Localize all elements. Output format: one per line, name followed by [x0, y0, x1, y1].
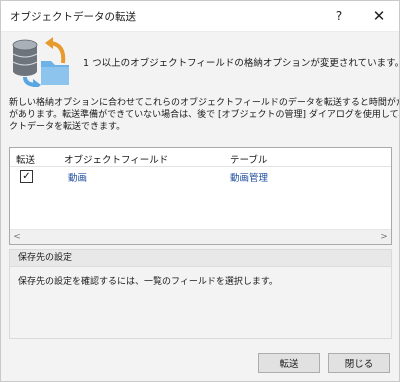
header-message: 1 つ以上のオブジェクトフィールドの格納オプションが変更されています。 [83, 58, 400, 69]
table-row[interactable]: ✓ 動画 動画管理 [10, 168, 391, 184]
object-field-list[interactable]: 転送 オブジェクトフィールド テーブル ✓ 動画 動画管理 < > [9, 147, 392, 245]
transfer-object-data-dialog: オブジェクトデータの転送 ? ✕ 1 つ以上のオブジェクトフィールドの格納オプシ… [0, 0, 400, 382]
horizontal-scrollbar[interactable]: < > [10, 229, 391, 244]
description-line: 新しい格納オプションに合わせてこれらのオブジェクトフィールドのデータを転送すると… [9, 98, 400, 108]
scroll-track[interactable] [24, 234, 377, 240]
database-folder-transfer-icon [12, 37, 69, 87]
storage-settings-message: 保存先の設定を確認するには、一覧のフィールドを選択します。 [18, 277, 278, 287]
description-text: 新しい格納オプションに合わせてこれらのオブジェクトフィールドのデータを転送すると… [9, 97, 400, 133]
close-button[interactable]: 閉じる [328, 353, 390, 373]
database-icon [12, 39, 38, 76]
storage-settings-title: 保存先の設定 [10, 250, 391, 267]
transfer-checkbox[interactable]: ✓ [20, 170, 33, 183]
scroll-left-arrow-icon[interactable]: < [10, 230, 24, 244]
header-divider [10, 166, 391, 167]
column-header-transfer[interactable]: 転送 [16, 152, 35, 166]
table-cell[interactable]: 動画管理 [230, 170, 268, 184]
description-line: クトデータを転送できます。 [9, 122, 126, 132]
object-field-cell[interactable]: 動画 [68, 170, 87, 184]
window-title: オブジェクトデータの転送 [10, 11, 136, 23]
description-line: があります。転送準備ができていない場合は、後で [オブジェクトの管理] ダイアロ… [9, 110, 400, 120]
folder-icon [41, 61, 69, 85]
scroll-right-arrow-icon[interactable]: > [377, 230, 391, 244]
storage-settings-panel: 保存先の設定 保存先の設定を確認するには、一覧のフィールドを選択します。 [9, 249, 392, 339]
close-window-button[interactable]: ✕ [359, 1, 399, 31]
help-button[interactable]: ? [319, 1, 359, 31]
transfer-button[interactable]: 転送 [258, 353, 320, 373]
column-header-table[interactable]: テーブル [230, 152, 267, 166]
title-bar: オブジェクトデータの転送 ? ✕ [1, 1, 399, 32]
column-header-object-field[interactable]: オブジェクトフィールド [64, 152, 168, 166]
